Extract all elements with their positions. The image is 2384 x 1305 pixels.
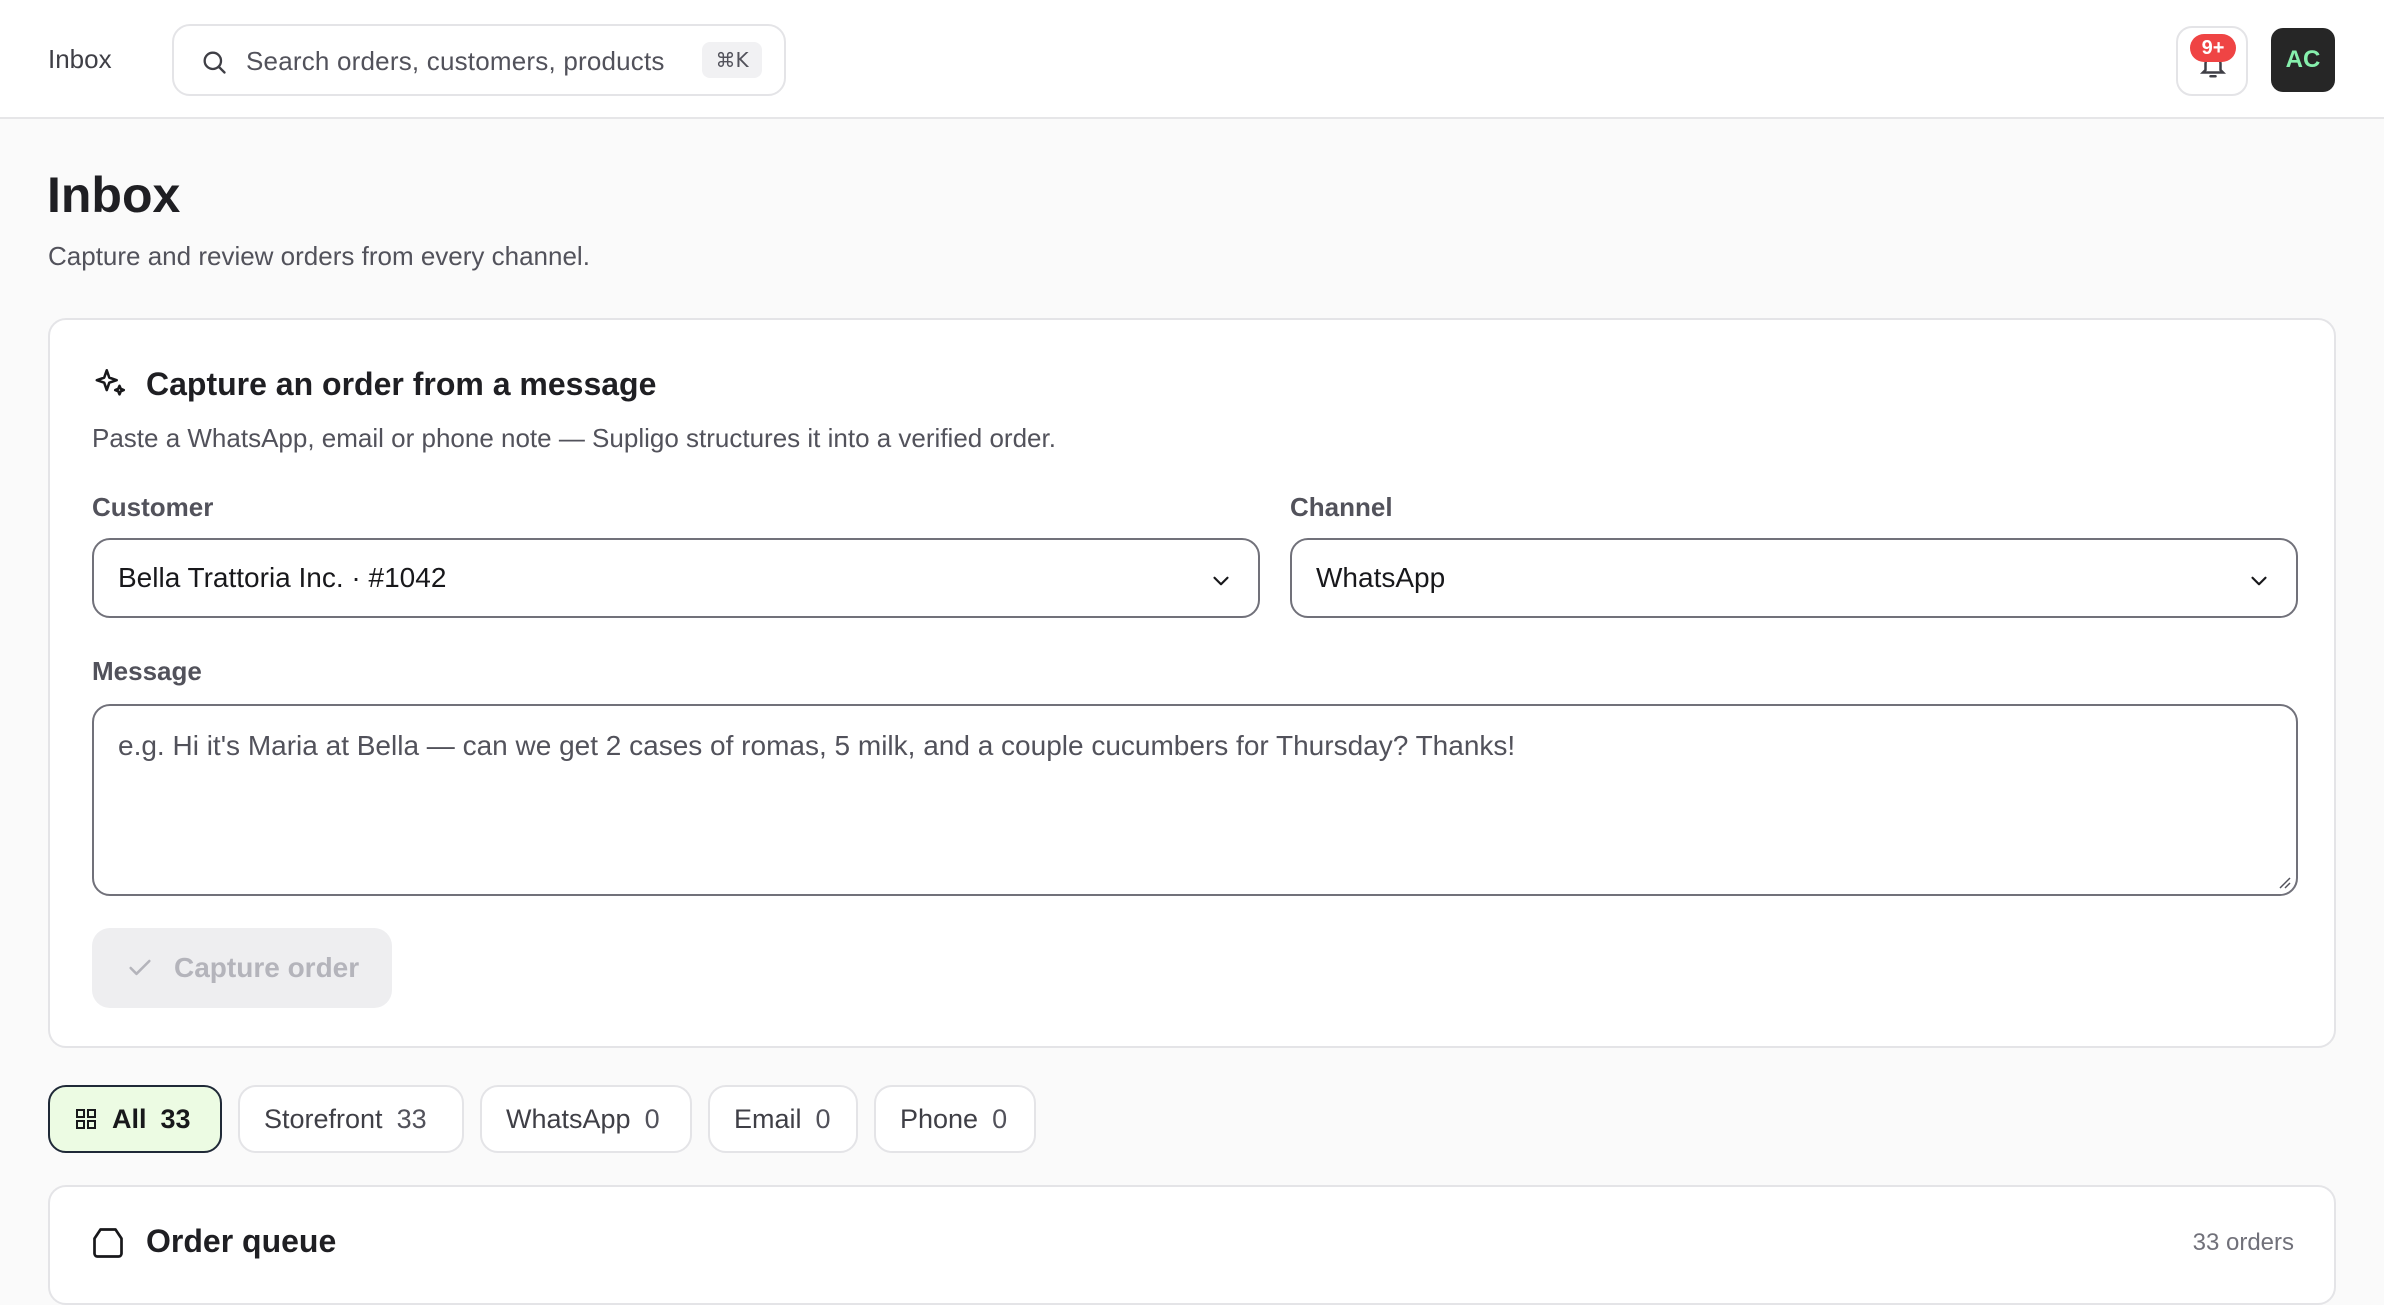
resize-handle-icon[interactable] xyxy=(2276,874,2292,890)
filter-chip-count: 33 xyxy=(396,1103,427,1134)
notification-badge: 9+ xyxy=(2190,34,2236,62)
capture-order-label: Capture order xyxy=(174,952,360,983)
capture-order-card: Capture an order from a message Paste a … xyxy=(48,318,2336,1048)
filter-chip-label: WhatsApp xyxy=(506,1103,631,1134)
filter-chip-label: All xyxy=(112,1103,147,1134)
top-bar: Inbox Search orders, customers, products… xyxy=(0,0,2384,119)
avatar[interactable]: AC xyxy=(2271,28,2335,92)
message-placeholder: e.g. Hi it's Maria at Bella — can we get… xyxy=(118,730,1516,761)
breadcrumb[interactable]: Inbox xyxy=(48,44,112,75)
filter-chip-count: 0 xyxy=(992,1103,1008,1134)
notifications-button[interactable]: 9+ xyxy=(2176,26,2248,96)
filter-chip-whatsapp[interactable]: WhatsApp 0 xyxy=(480,1085,692,1153)
channel-select-value: WhatsApp xyxy=(1316,562,1446,593)
grid-icon xyxy=(76,1109,96,1129)
search-icon xyxy=(203,51,226,74)
package-icon xyxy=(93,1228,123,1258)
sparkles-icon xyxy=(95,368,126,396)
customer-select-value: Bella Trattoria Inc. · #1042 xyxy=(118,562,447,593)
chevron-down-icon xyxy=(2251,576,2267,586)
filter-chip-count: 33 xyxy=(160,1103,191,1134)
order-queue-title: Order queue xyxy=(146,1223,337,1259)
order-queue-card: Order queue 33 orders xyxy=(48,1185,2336,1305)
card-title: Capture an order from a message xyxy=(146,366,657,402)
keyboard-shortcut-hint: ⌘K xyxy=(702,42,762,78)
customer-label: Customer xyxy=(92,492,214,522)
page-title: Inbox xyxy=(47,167,181,223)
message-textarea[interactable]: e.g. Hi it's Maria at Bella — can we get… xyxy=(92,704,2298,896)
card-description: Paste a WhatsApp, email or phone note — … xyxy=(92,423,1056,453)
page-subtitle: Capture and review orders from every cha… xyxy=(48,241,590,271)
filter-chip-count: 0 xyxy=(815,1103,831,1134)
search-placeholder: Search orders, customers, products xyxy=(246,46,665,76)
channel-label: Channel xyxy=(1290,492,1393,522)
channel-select[interactable]: WhatsApp xyxy=(1290,538,2298,618)
filter-chip-label: Storefront xyxy=(264,1103,383,1134)
capture-order-button[interactable]: Capture order xyxy=(92,928,392,1008)
filter-chip-phone[interactable]: Phone 0 xyxy=(874,1085,1036,1153)
filter-chip-all[interactable]: All 33 xyxy=(48,1085,222,1153)
filter-chip-storefront[interactable]: Storefront 33 xyxy=(238,1085,464,1153)
filter-chip-label: Phone xyxy=(900,1103,979,1134)
customer-select[interactable]: Bella Trattoria Inc. · #1042 xyxy=(92,538,1260,618)
filter-chip-email[interactable]: Email 0 xyxy=(708,1085,858,1153)
filter-chip-label: Email xyxy=(734,1103,802,1134)
search-input[interactable]: Search orders, customers, products ⌘K xyxy=(172,24,786,96)
chevron-down-icon xyxy=(1213,576,1229,586)
check-icon xyxy=(129,959,151,976)
message-label: Message xyxy=(92,656,202,686)
order-queue-count: 33 orders xyxy=(2192,1229,2294,1256)
filter-chip-count: 0 xyxy=(644,1103,660,1134)
